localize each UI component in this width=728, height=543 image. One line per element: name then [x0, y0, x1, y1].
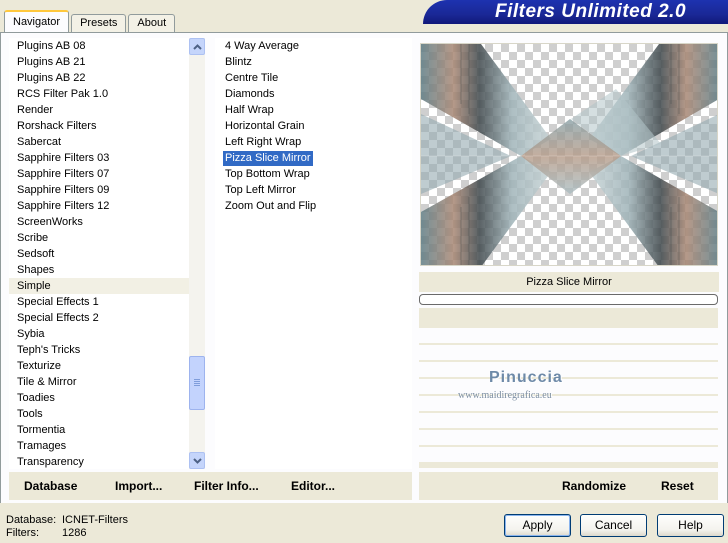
scroll-thumb[interactable]	[189, 356, 205, 410]
tab-about[interactable]: About	[128, 14, 176, 32]
category-item[interactable]: Rorshack Filters	[9, 118, 189, 134]
category-item[interactable]: Sabercat	[9, 134, 189, 150]
help-button[interactable]: Help	[657, 514, 724, 537]
category-item[interactable]: Special Effects 1	[9, 294, 189, 310]
category-item[interactable]: ScreenWorks	[9, 214, 189, 230]
app-title: Filters Unlimited 2.0	[494, 1, 687, 22]
app-title-banner: Filters Unlimited 2.0	[423, 0, 728, 24]
tab-strip: Navigator Presets About	[4, 10, 177, 32]
category-item[interactable]: Shapes	[9, 262, 189, 278]
filter-item[interactable]: Pizza Slice Mirror	[215, 150, 412, 166]
category-item[interactable]: Scribe	[9, 230, 189, 246]
preview-button-bar: Randomize Reset	[419, 472, 718, 500]
category-item[interactable]: Tile & Mirror	[9, 374, 189, 390]
grip-icon	[194, 379, 200, 387]
category-item[interactable]: Transparency	[9, 454, 189, 469]
filters-count-value: 1286	[62, 527, 87, 539]
parameter-row[interactable]	[419, 447, 718, 462]
filter-item[interactable]: Horizontal Grain	[215, 118, 412, 134]
preview-caption: Pizza Slice Mirror	[419, 272, 719, 292]
progress-bar	[419, 294, 718, 305]
category-item[interactable]: Sapphire Filters 07	[9, 166, 189, 182]
category-item[interactable]: Sedsoft	[9, 246, 189, 262]
editor-button[interactable]: Editor...	[291, 479, 335, 493]
category-list[interactable]: Plugins AB 08 Plugins AB 21 Plugins AB 22 R…	[9, 38, 205, 469]
filter-list[interactable]: 4 Way Average Blintz Centre Tile Diamonds Ha…	[215, 38, 412, 469]
import-button[interactable]: Import...	[115, 479, 162, 493]
tab-navigator[interactable]: Navigator	[4, 10, 70, 32]
filter-item[interactable]: Zoom Out and Flip	[215, 198, 412, 214]
reset-button[interactable]: Reset	[661, 479, 694, 493]
chevron-up-icon	[192, 43, 202, 50]
database-value: ICNET-Filters	[62, 514, 128, 526]
database-info: Database: ICNET-Filters Filters: 1286	[6, 514, 128, 540]
category-item[interactable]: Tools	[9, 406, 189, 422]
preview-image	[420, 43, 718, 266]
scroll-down-button[interactable]	[189, 452, 205, 469]
category-item[interactable]: Tormentia	[9, 422, 189, 438]
category-item[interactable]: Plugins AB 08	[9, 38, 189, 54]
category-item[interactable]: Special Effects 2	[9, 310, 189, 326]
tab-presets[interactable]: Presets	[71, 14, 127, 32]
navigator-button-bar: Database Import... Filter Info... Editor…	[9, 472, 412, 500]
filter-item-label: Pizza Slice Mirror	[223, 151, 313, 166]
watermark-name: Pinuccia	[489, 369, 563, 386]
filter-item[interactable]: Diamonds	[215, 86, 412, 102]
parameter-row[interactable]	[419, 413, 718, 428]
category-item[interactable]: Tramages	[9, 438, 189, 454]
category-item[interactable]: Plugins AB 21	[9, 54, 189, 70]
chevron-down-icon	[192, 457, 202, 464]
cancel-button[interactable]: Cancel	[580, 514, 647, 537]
category-item[interactable]: Sybia	[9, 326, 189, 342]
category-item[interactable]: Texturize	[9, 358, 189, 374]
category-item[interactable]: Render	[9, 102, 189, 118]
filter-item[interactable]: Half Wrap	[215, 102, 412, 118]
category-item[interactable]: Toadies	[9, 390, 189, 406]
parameter-area	[419, 308, 718, 468]
category-item[interactable]: Plugins AB 22	[9, 70, 189, 86]
category-item[interactable]: RCS Filter Pak 1.0	[9, 86, 189, 102]
parameter-row[interactable]	[419, 362, 718, 377]
parameter-row[interactable]	[419, 430, 718, 445]
parameter-row[interactable]	[419, 328, 718, 343]
filter-item[interactable]: Top Left Mirror	[215, 182, 412, 198]
filter-item[interactable]: 4 Way Average	[215, 38, 412, 54]
category-item[interactable]: Sapphire Filters 12	[9, 198, 189, 214]
filters-count-label: Filters:	[6, 527, 39, 539]
category-item[interactable]: Teph's Tricks	[9, 342, 189, 358]
category-scrollbar[interactable]	[189, 38, 205, 469]
filter-item[interactable]: Left Right Wrap	[215, 134, 412, 150]
randomize-button[interactable]: Randomize	[562, 479, 626, 493]
filter-item[interactable]: Blintz	[215, 54, 412, 70]
filter-item[interactable]: Centre Tile	[215, 70, 412, 86]
database-label: Database:	[6, 514, 57, 526]
filter-info-button[interactable]: Filter Info...	[194, 479, 259, 493]
database-button[interactable]: Database	[24, 479, 77, 493]
category-item[interactable]: Sapphire Filters 03	[9, 150, 189, 166]
preview-artwork	[421, 44, 717, 265]
watermark-site: www.maidiregrafica.eu	[458, 390, 552, 401]
scroll-up-button[interactable]	[189, 38, 205, 55]
apply-button[interactable]: Apply	[504, 514, 571, 537]
filter-item[interactable]: Top Bottom Wrap	[215, 166, 412, 182]
category-item[interactable]: Simple	[9, 278, 189, 294]
category-item[interactable]: Sapphire Filters 09	[9, 182, 189, 198]
parameter-row[interactable]	[419, 345, 718, 360]
